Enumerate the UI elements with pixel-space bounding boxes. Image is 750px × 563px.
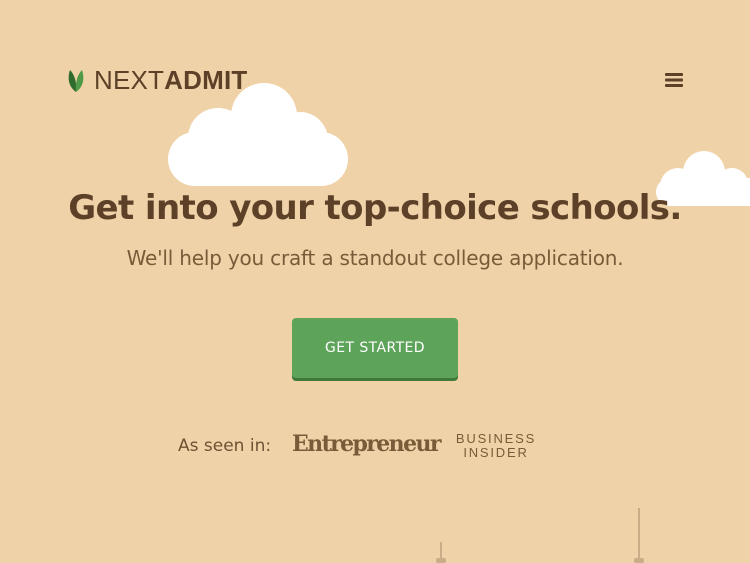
press-label: As seen in: xyxy=(178,436,272,456)
entrepreneur-logo: Entrepreneur xyxy=(292,431,441,457)
business-insider-logo: BUSINESS INSIDER xyxy=(450,432,542,460)
brand-name-light: NEXT xyxy=(94,65,165,95)
lamp-post-illustration xyxy=(436,542,446,563)
hero-subtitle: We'll help you craft a standout college … xyxy=(126,246,624,270)
leaf-icon xyxy=(68,70,84,92)
menu-button[interactable] xyxy=(662,69,686,91)
lamp-post-illustration xyxy=(634,508,644,563)
cloud-illustration xyxy=(168,83,348,186)
business-insider-logo-line: BUSINESS xyxy=(455,431,537,446)
hamburger-icon xyxy=(665,73,683,87)
hero-title: Get into your top-choice schools. xyxy=(68,188,682,228)
business-insider-logo-line: INSIDER xyxy=(463,445,529,460)
get-started-button[interactable]: GET STARTED xyxy=(292,318,458,378)
